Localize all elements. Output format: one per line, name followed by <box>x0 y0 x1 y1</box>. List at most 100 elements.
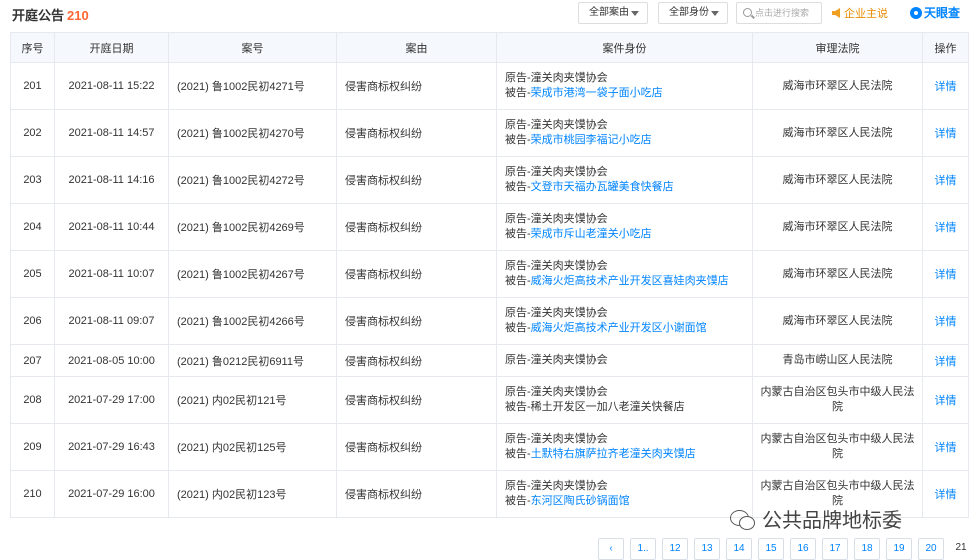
defendant-link[interactable]: 东河区陶氏砂锅面馆 <box>531 495 630 507</box>
col-header-action: 操作 <box>922 32 969 63</box>
hearing-date: 2021-07-29 16:43 <box>54 423 169 471</box>
defendant-link[interactable]: 威海火炬高技术产业开发区喜娃肉夹馍店 <box>531 275 729 287</box>
table-row: 209 2021-07-29 16:43 (2021) 内02民初125号 侵害商标权… <box>10 423 969 471</box>
case-number: (2021) 鲁1002民初4272号 <box>168 156 337 204</box>
case-cause: 侵害商标权纠纷 <box>336 250 497 298</box>
page-button[interactable]: 19 <box>886 538 912 560</box>
hearing-date: 2021-08-11 10:07 <box>54 250 169 298</box>
defendant-prefix: 被告- <box>505 275 531 287</box>
row-index: 210 <box>10 470 55 518</box>
search-box[interactable] <box>736 2 822 24</box>
page-button[interactable]: 14 <box>726 538 752 560</box>
defendant-line: 被告-荣成市港湾一袋子面小吃店 <box>505 86 752 101</box>
detail-link[interactable]: 详情 <box>935 316 957 328</box>
search-input[interactable] <box>755 6 819 20</box>
case-role: 原告-潼关肉夹馍协会 被告-东河区陶氏砂锅面馆 <box>496 470 753 518</box>
defendant-link[interactable]: 文登市天福办瓦罐美食快餐店 <box>531 181 674 193</box>
defendant-link[interactable]: 威海火炬高技术产业开发区小谢面馆 <box>531 322 707 334</box>
plaintiff-text: 原告-潼关肉夹馍协会 <box>505 386 608 398</box>
defendant-link[interactable]: 荣成市斥山老潼关小吃店 <box>531 228 652 240</box>
table-row: 206 2021-08-11 09:07 (2021) 鲁1002民初4266号 侵害… <box>10 297 969 345</box>
case-role: 原告-潼关肉夹馍协会 被告-威海火炬高技术产业开发区喜娃肉夹馍店 <box>496 250 753 298</box>
row-index: 208 <box>10 376 55 424</box>
company-claim-link[interactable]: 企业主说 <box>832 5 888 21</box>
detail-link[interactable]: 详情 <box>935 81 957 93</box>
defendant-line: 被告-土默特右旗萨拉齐老潼关肉夹馍店 <box>505 447 752 462</box>
page-current: 21 <box>948 538 974 560</box>
detail-link[interactable]: 详情 <box>935 395 957 407</box>
hearing-date: 2021-08-11 14:57 <box>54 109 169 157</box>
page-button[interactable]: 1.. <box>630 538 656 560</box>
detail-link[interactable]: 详情 <box>935 222 957 234</box>
case-cause: 侵害商标权纠纷 <box>336 470 497 518</box>
plaintiff-text: 原告-潼关肉夹馍协会 <box>505 213 608 225</box>
table-row: 204 2021-08-11 10:44 (2021) 鲁1002民初4269号 侵害… <box>10 203 969 251</box>
page-button[interactable]: 18 <box>854 538 880 560</box>
result-count: 210 <box>67 8 89 23</box>
detail-link[interactable]: 详情 <box>935 489 957 501</box>
case-role: 原告-潼关肉夹馍协会 被告-文登市天福办瓦罐美食快餐店 <box>496 156 753 204</box>
row-index: 204 <box>10 203 55 251</box>
case-role: 原告-潼关肉夹馍协会 被告-威海火炬高技术产业开发区小谢面馆 <box>496 297 753 345</box>
case-cause: 侵害商标权纠纷 <box>336 109 497 157</box>
case-role: 原告-潼关肉夹馍协会 <box>496 344 753 377</box>
detail-link[interactable]: 详情 <box>935 128 957 140</box>
cause-filter-dropdown[interactable]: 全部案由 <box>578 2 648 24</box>
case-number: (2021) 鲁1002民初4267号 <box>168 250 337 298</box>
row-index: 209 <box>10 423 55 471</box>
action-cell: 详情 <box>922 470 969 518</box>
action-cell: 详情 <box>922 109 969 157</box>
case-number: (2021) 鲁1002民初4271号 <box>168 62 337 110</box>
defendant-prefix: 被告- <box>505 495 531 507</box>
defendant-line: 被告-文登市天福办瓦罐美食快餐店 <box>505 180 752 195</box>
page-button[interactable]: 12 <box>662 538 688 560</box>
action-cell: 详情 <box>922 423 969 471</box>
wechat-watermark: 公共品牌地标委 <box>730 504 902 533</box>
case-cause: 侵害商标权纠纷 <box>336 62 497 110</box>
case-role: 原告-潼关肉夹馍协会被告-稀土开发区一加八老潼关快餐店 <box>496 376 753 424</box>
row-index: 203 <box>10 156 55 204</box>
case-role: 原告-潼关肉夹馍协会 被告-荣成市桃园李福记小吃店 <box>496 109 753 157</box>
court-name: 青岛市崂山区人民法院 <box>752 344 923 377</box>
table-row: 205 2021-08-11 10:07 (2021) 鲁1002民初4267号 侵害… <box>10 250 969 298</box>
case-number: (2021) 鲁1002民初4266号 <box>168 297 337 345</box>
defendant-link[interactable]: 荣成市桃园李福记小吃店 <box>531 134 652 146</box>
cause-filter-label: 全部案由 <box>589 7 629 18</box>
action-cell: 详情 <box>922 297 969 345</box>
row-index: 201 <box>10 62 55 110</box>
case-cause: 侵害商标权纠纷 <box>336 156 497 204</box>
prev-page-button[interactable]: ‹ <box>598 538 624 560</box>
defendant-link[interactable]: 土默特右旗萨拉齐老潼关肉夹馍店 <box>531 448 696 460</box>
detail-link[interactable]: 详情 <box>935 269 957 281</box>
section-title: 开庭公告 210 <box>12 5 89 24</box>
detail-link[interactable]: 详情 <box>935 356 957 368</box>
defendant-link[interactable]: 荣成市港湾一袋子面小吃店 <box>531 87 663 99</box>
col-header-cause: 案由 <box>336 32 497 63</box>
detail-link[interactable]: 详情 <box>935 442 957 454</box>
court-name: 内蒙古自治区包头市中级人民法院 <box>752 376 923 424</box>
hearing-date: 2021-08-05 10:00 <box>54 344 169 377</box>
role-filter-dropdown[interactable]: 全部身份 <box>658 2 728 24</box>
defendant-prefix: 被告- <box>505 181 531 193</box>
defendant-line: 被告-稀土开发区一加八老潼关快餐店 <box>505 400 752 415</box>
watermark-text: 公共品牌地标委 <box>762 510 902 532</box>
action-cell: 详情 <box>922 376 969 424</box>
page-button[interactable]: 13 <box>694 538 720 560</box>
court-name: 内蒙古自治区包头市中级人民法院 <box>752 423 923 471</box>
page-button[interactable]: 17 <box>822 538 848 560</box>
detail-link[interactable]: 详情 <box>935 175 957 187</box>
table-row: 208 2021-07-29 17:00 (2021) 内02民初121号 侵害商标权… <box>10 376 969 424</box>
page-button[interactable]: 20 <box>918 538 944 560</box>
megaphone-icon <box>832 8 840 18</box>
plaintiff-text: 原告-潼关肉夹馍协会 <box>505 433 608 445</box>
col-header-date: 开庭日期 <box>54 32 169 63</box>
case-role: 原告-潼关肉夹馍协会 被告-荣成市港湾一袋子面小吃店 <box>496 62 753 110</box>
page-button[interactable]: 16 <box>790 538 816 560</box>
col-header-case-no: 案号 <box>168 32 337 63</box>
case-cause: 侵害商标权纠纷 <box>336 376 497 424</box>
defendant-line: 被告-东河区陶氏砂锅面馆 <box>505 494 752 509</box>
section-title-label: 开庭公告 <box>12 8 65 23</box>
case-cause: 侵害商标权纠纷 <box>336 203 497 251</box>
brand-logo: 天眼查 <box>910 4 960 21</box>
page-button[interactable]: 15 <box>758 538 784 560</box>
